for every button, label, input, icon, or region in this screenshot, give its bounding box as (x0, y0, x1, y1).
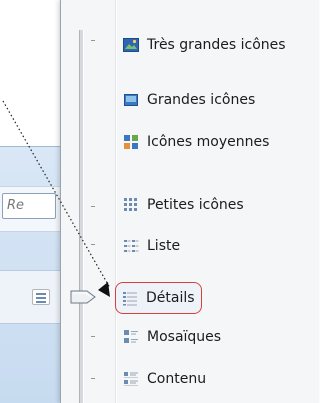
annotation-arrow (2, 100, 111, 297)
